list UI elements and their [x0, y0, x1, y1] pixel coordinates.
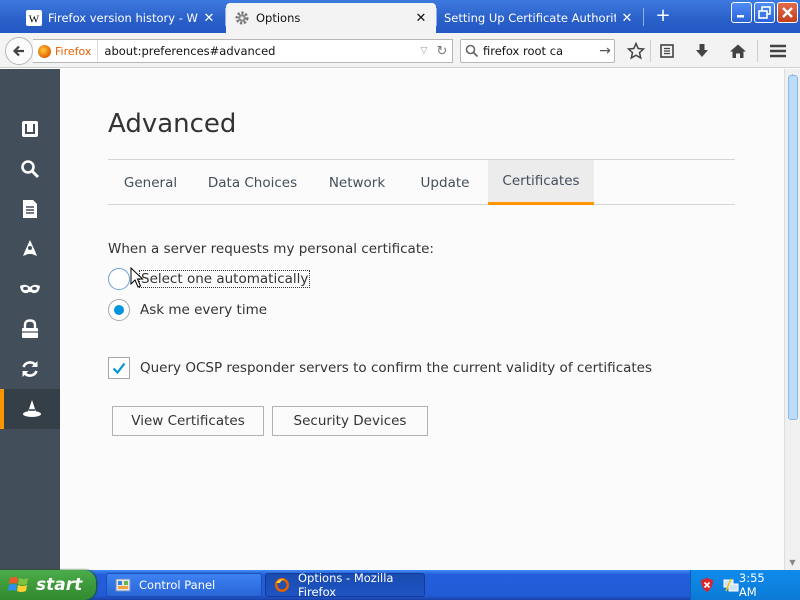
star-icon[interactable]: [625, 40, 647, 62]
tab-label: Firefox version history - Wikip...: [48, 11, 198, 25]
lock-icon: [22, 319, 38, 338]
gear-icon: [234, 10, 250, 26]
vertical-scrollbar[interactable]: ▲ ▼: [784, 69, 800, 570]
security-devices-button[interactable]: Security Devices: [272, 406, 428, 436]
sidebar-item-search[interactable]: [0, 149, 60, 189]
navigation-toolbar: Firefox about:preferences#advanced ▽ ↻ f…: [0, 33, 800, 68]
search-icon[interactable]: [461, 44, 483, 58]
sidebar-item-privacy[interactable]: [0, 269, 60, 309]
search-icon: [21, 160, 40, 179]
radio-button[interactable]: [108, 268, 130, 290]
document-icon: [23, 200, 37, 218]
scroll-down-icon[interactable]: ▼: [785, 555, 800, 570]
tab-label: Setting Up Certificate Authorities (...: [444, 11, 616, 25]
preferences-pane: Advanced General Data Choices Network Up…: [60, 69, 784, 570]
rocket-icon: [23, 240, 37, 256]
close-icon[interactable]: ✕: [414, 11, 428, 26]
svg-text:W: W: [29, 14, 40, 26]
taskbar: start Control Panel Options - Mozilla Fi…: [0, 570, 800, 600]
restore-button[interactable]: [754, 2, 775, 23]
start-button[interactable]: start: [0, 570, 96, 600]
mask-icon: [20, 284, 40, 294]
sidebar-item-general[interactable]: [0, 109, 60, 149]
search-go-icon[interactable]: →: [596, 43, 614, 59]
search-bar[interactable]: firefox root ca →: [460, 39, 615, 63]
bookmarks-list-icon[interactable]: [656, 40, 678, 62]
ocsp-checkbox[interactable]: [108, 357, 130, 379]
tab-strip: W Firefox version history - Wikip... ✕ O…: [0, 0, 800, 33]
sidebar-item-content[interactable]: [0, 189, 60, 229]
radio-ask-every-time[interactable]: Ask me every time: [108, 299, 267, 321]
home-icon[interactable]: [727, 40, 749, 62]
task-firefox-options[interactable]: Options - Mozilla Firefox: [265, 571, 425, 599]
subtab-bar: General Data Choices Network Update Cert…: [108, 160, 735, 205]
system-tray: 3:55 AM: [690, 570, 800, 600]
tab-data-choices[interactable]: Data Choices: [195, 160, 310, 205]
hamburger-menu-icon[interactable]: [767, 40, 789, 62]
task-label: Options - Mozilla Firefox: [298, 571, 394, 599]
download-icon[interactable]: [691, 40, 713, 62]
page-title: Advanced: [108, 109, 237, 139]
task-label: Control Panel: [139, 578, 216, 592]
close-icon[interactable]: ✕: [620, 11, 634, 26]
radio-label: Ask me every time: [140, 302, 268, 318]
back-arrow-icon: [12, 45, 24, 57]
panel-icon: [22, 121, 38, 137]
back-button[interactable]: [5, 37, 33, 65]
ocsp-checkbox-row[interactable]: Query OCSP responder servers to confirm …: [108, 357, 652, 379]
close-icon[interactable]: ✕: [202, 11, 216, 26]
minimize-button[interactable]: [731, 2, 752, 23]
search-input[interactable]: firefox root ca: [483, 44, 596, 58]
wizard-hat-icon: [23, 400, 41, 417]
wikipedia-icon: W: [26, 10, 42, 26]
identity-box[interactable]: Firefox: [33, 40, 99, 62]
scrollbar-thumb[interactable]: [788, 75, 798, 420]
start-label: start: [36, 575, 83, 595]
tab-certificate-authorities[interactable]: Setting Up Certificate Authorities (... …: [436, 3, 642, 33]
mouse-cursor-icon: [130, 267, 144, 288]
security-shield-icon[interactable]: [699, 577, 715, 593]
view-certificates-button[interactable]: View Certificates: [112, 406, 264, 436]
tab-options[interactable]: Options ✕: [226, 3, 436, 33]
tab-update[interactable]: Update: [404, 160, 486, 205]
network-icon[interactable]: [723, 577, 739, 593]
new-tab-button[interactable]: +: [652, 5, 674, 27]
sidebar-item-sync[interactable]: [0, 349, 60, 389]
radio-button[interactable]: [108, 299, 130, 321]
windows-flag-icon: [8, 577, 28, 592]
certificate-request-label: When a server requests my personal certi…: [108, 241, 434, 257]
url-input[interactable]: about:preferences#advanced: [98, 44, 416, 58]
control-panel-icon: [115, 578, 131, 592]
close-window-button[interactable]: [777, 2, 798, 23]
preferences-sidebar: [0, 69, 60, 570]
task-control-panel[interactable]: Control Panel: [106, 573, 262, 597]
sync-icon: [22, 361, 38, 377]
reload-icon[interactable]: ↻: [432, 44, 452, 59]
sidebar-item-applications[interactable]: [0, 229, 60, 269]
tab-network[interactable]: Network: [312, 160, 402, 205]
tab-general[interactable]: General: [108, 160, 193, 205]
sidebar-item-security[interactable]: [0, 309, 60, 349]
tab-certificates[interactable]: Certificates: [488, 160, 594, 205]
ocsp-label: Query OCSP responder servers to confirm …: [140, 360, 653, 376]
clock: 3:55 AM: [738, 571, 765, 599]
url-bar[interactable]: Firefox about:preferences#advanced ▽ ↻: [33, 39, 453, 63]
firefox-icon: [275, 578, 289, 592]
url-dropdown-icon[interactable]: ▽: [416, 46, 432, 56]
radio-label: Select one automatically: [138, 270, 311, 288]
tab-firefox-version-history[interactable]: W Firefox version history - Wikip... ✕: [18, 3, 224, 33]
tab-label: Options: [256, 11, 301, 25]
sidebar-item-advanced[interactable]: [0, 389, 60, 429]
firefox-icon: [38, 44, 51, 58]
checkmark-icon: [112, 362, 126, 375]
identity-label: Firefox: [55, 44, 92, 58]
